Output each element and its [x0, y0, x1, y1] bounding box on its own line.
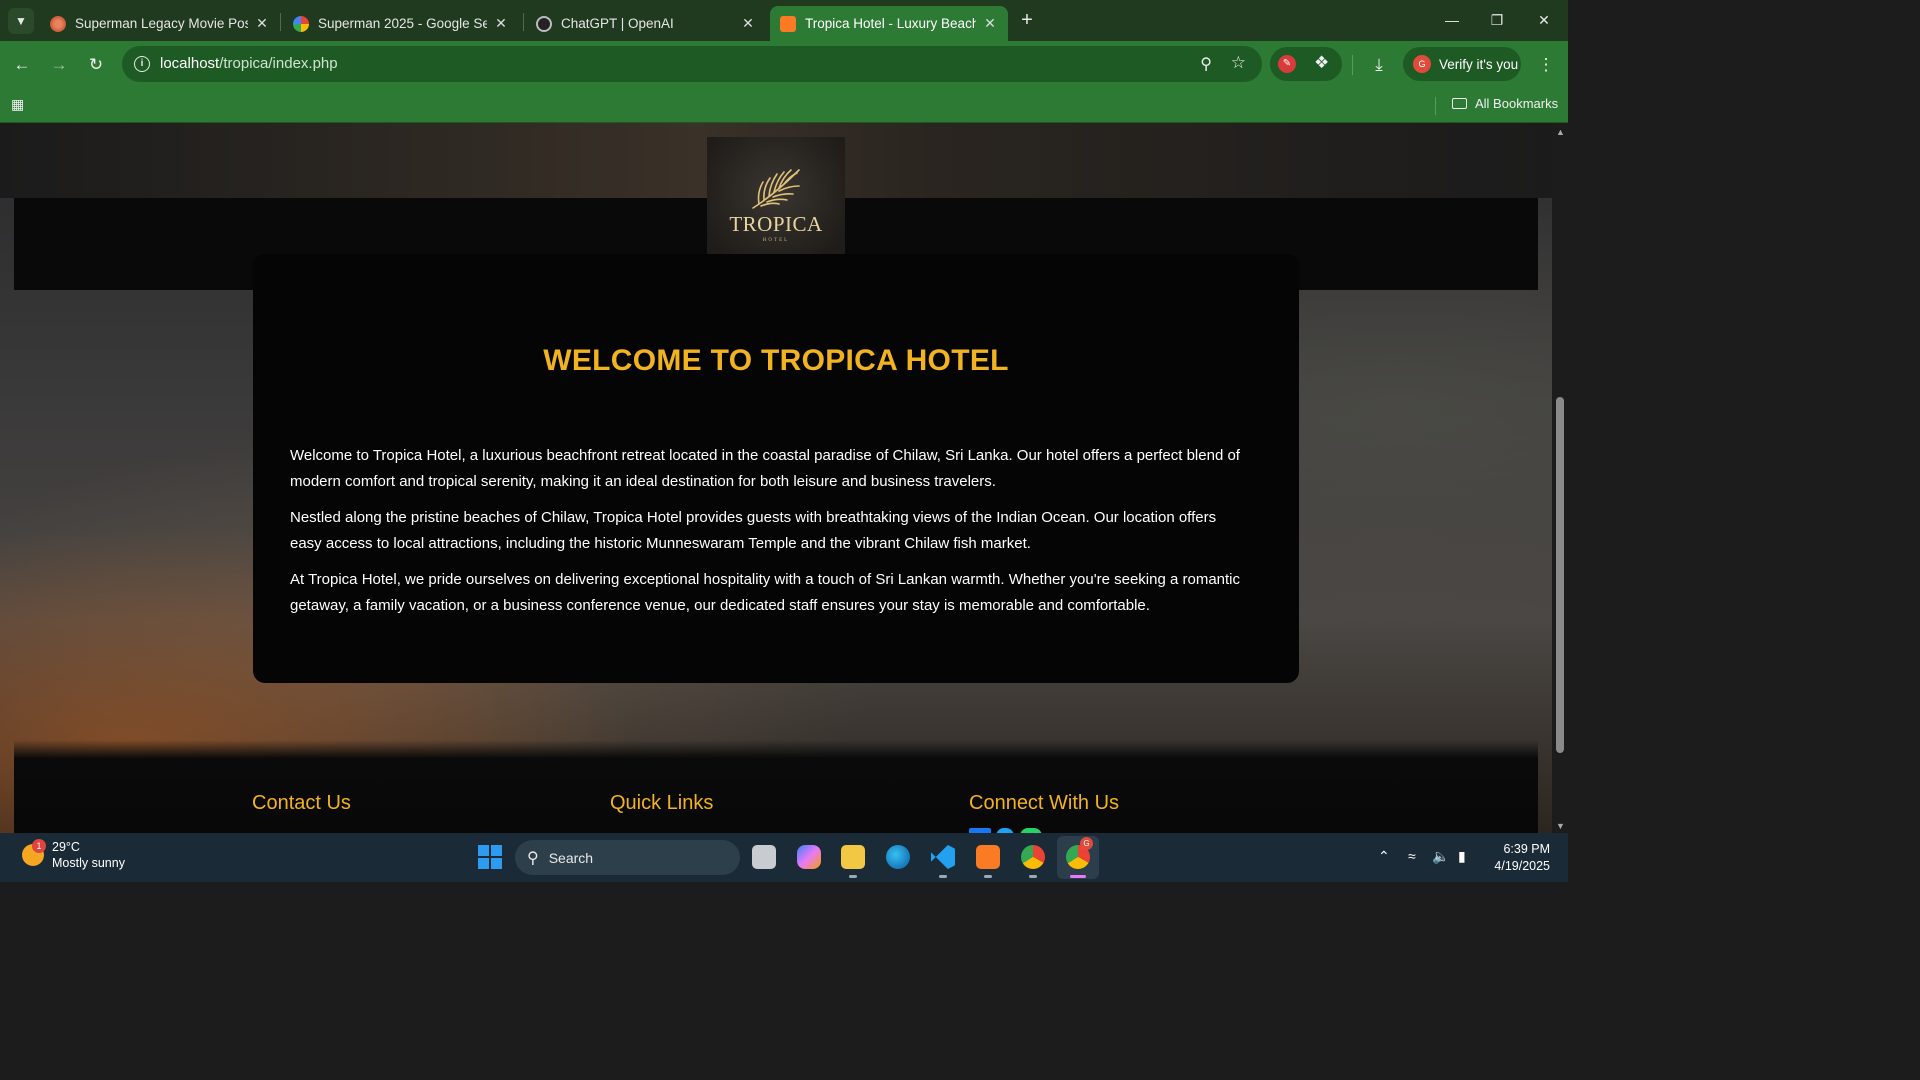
running-indicator [939, 875, 947, 878]
puzzle-icon[interactable]: ❖ [1314, 53, 1329, 73]
menu-icon[interactable]: ⋮ [1534, 53, 1558, 77]
scrollbar-thumb[interactable] [1556, 397, 1564, 753]
page-title: WELCOME TO TROPICA HOTEL [543, 344, 1009, 377]
reload-icon[interactable]: ↻ [84, 53, 108, 77]
start-icon[interactable] [478, 845, 502, 869]
all-bookmarks-button[interactable]: All Bookmarks [1452, 96, 1558, 111]
system-clock[interactable]: 6:39 PM 4/19/2025 [1490, 841, 1550, 875]
active-indicator [1070, 875, 1086, 878]
palm-leaf-icon [752, 168, 800, 209]
location-paragraph: Nestled along the pristine beaches of Ch… [290, 509, 1217, 552]
download-icon[interactable]: ⤓ [1367, 53, 1391, 77]
edge-icon[interactable] [886, 845, 910, 869]
running-indicator [849, 875, 857, 878]
tab-search-icon[interactable]: ▼ [8, 8, 34, 34]
google-favicon-icon [293, 15, 309, 32]
tab-title: Superman Legacy Movie Poster [75, 16, 248, 31]
site-footer [14, 740, 1538, 833]
chrome-icon[interactable] [1021, 845, 1045, 869]
chrome-profile-icon[interactable]: G [1066, 837, 1093, 869]
extensions-group: ✎ ❖ [1270, 47, 1342, 81]
profile-label: Verify it's you [1439, 56, 1519, 72]
chevron-up-icon[interactable]: ⌃ [1378, 848, 1390, 865]
close-icon[interactable]: ✕ [254, 15, 270, 32]
footer-contact-heading: Contact Us [252, 792, 351, 814]
maximize-icon[interactable]: ❐ [1485, 8, 1509, 32]
windows-taskbar: 1 29°C Mostly sunny ⚲ Search G ⌃ ≈ 🔈 ▮ 6… [0, 833, 1568, 882]
minimize-icon[interactable]: — [1440, 8, 1464, 32]
clock-date: 4/19/2025 [1494, 859, 1550, 873]
file-explorer-icon[interactable] [841, 845, 865, 869]
scroll-down-icon[interactable]: ▼ [1556, 821, 1565, 831]
task-view-icon[interactable] [752, 845, 776, 869]
notification-badge: 1 [32, 839, 46, 853]
close-icon[interactable]: ✕ [740, 15, 756, 32]
star-icon[interactable]: ☆ [1231, 53, 1246, 73]
browser-toolbar: ← → ↻ i localhost/tropica/index.php ⚲ ☆ … [0, 41, 1568, 89]
new-tab-icon[interactable]: + [1016, 10, 1038, 32]
weather-widget[interactable]: 1 29°C Mostly sunny [22, 839, 125, 871]
info-icon[interactable]: i [134, 56, 150, 72]
copilot-icon[interactable] [797, 845, 821, 869]
footer-quick-links-heading: Quick Links [610, 792, 714, 814]
clock-time: 6:39 PM [1503, 842, 1550, 856]
tab-chatgpt[interactable]: ChatGPT | OpenAI ✕ [526, 6, 766, 41]
address-bar[interactable]: i localhost/tropica/index.php ⚲ ☆ [122, 46, 1262, 82]
temperature: 29°C [52, 840, 80, 854]
welcome-section: WELCOME TO TROPICA HOTEL Welcome to Trop… [253, 254, 1299, 683]
volume-icon[interactable]: 🔈 [1432, 848, 1449, 865]
close-icon[interactable]: ✕ [982, 15, 998, 32]
tab-title: Superman 2025 - Google Search [318, 16, 487, 31]
all-bookmarks-label: All Bookmarks [1475, 96, 1559, 111]
profile-button[interactable]: G Verify it's you [1403, 47, 1521, 81]
tab-separator [523, 13, 524, 31]
apps-icon[interactable]: ▦ [11, 96, 29, 114]
hospitality-paragraph: At Tropica Hotel, we pride ourselves on … [290, 571, 1241, 614]
search-icon: ⚲ [527, 849, 539, 867]
back-icon[interactable]: ← [10, 53, 34, 77]
tab-title: Tropica Hotel - Luxury Beach Resort [805, 16, 976, 31]
bookmark-separator [1435, 97, 1436, 115]
close-icon[interactable]: ✕ [493, 15, 509, 32]
close-window-icon[interactable]: ✕ [1532, 8, 1556, 32]
logo-subtitle: HOTEL [762, 237, 790, 243]
running-indicator [984, 875, 992, 878]
xampp-icon[interactable] [976, 845, 1000, 869]
tab-tropica-hotel[interactable]: Tropica Hotel - Luxury Beach Resort ✕ [770, 6, 1008, 41]
tab-google-search[interactable]: Superman 2025 - Google Search ✕ [283, 6, 519, 41]
forward-icon[interactable]: → [47, 53, 71, 77]
page-scrollbar[interactable]: ▲ ▼ [1552, 123, 1568, 833]
logo-name: TROPICA [729, 211, 823, 236]
vscode-icon[interactable] [931, 845, 955, 869]
search-label: Search [548, 849, 594, 866]
wifi-icon[interactable]: ≈ [1408, 848, 1416, 864]
taskbar-search[interactable]: ⚲ Search [515, 840, 740, 875]
tab-strip: ▼ Superman Legacy Movie Poster ✕ Superma… [0, 0, 1568, 41]
tab-title: ChatGPT | OpenAI [561, 16, 674, 31]
battery-icon[interactable]: ▮ [1458, 848, 1466, 865]
intro-paragraph: Welcome to Tropica Hotel, a luxurious be… [290, 447, 1240, 490]
scroll-up-icon[interactable]: ▲ [1556, 127, 1565, 137]
footer-connect-heading: Connect With Us [969, 792, 1120, 814]
url-text[interactable]: localhost/tropica/index.php [160, 55, 338, 72]
profile-badge: G [1080, 837, 1093, 850]
avatar: G [1413, 55, 1431, 73]
tab-superman-poster[interactable]: Superman Legacy Movie Poster ✕ [40, 6, 280, 41]
burst-favicon-icon [50, 15, 66, 32]
openai-favicon-icon [536, 15, 552, 32]
page-viewport: TROPICA HOTEL WELCOME TO TROPICA HOTEL W… [0, 123, 1552, 833]
bookmarks-bar: ▦ All Bookmarks [0, 89, 1568, 123]
running-indicator [1029, 875, 1037, 878]
weather-condition: Mostly sunny [52, 856, 125, 870]
xampp-favicon-icon [780, 15, 796, 32]
extension-icon[interactable]: ✎ [1278, 55, 1296, 73]
zoom-icon[interactable]: ⚲ [1200, 54, 1212, 74]
sun-icon: 1 [22, 839, 46, 866]
toolbar-separator [1352, 55, 1353, 75]
folder-icon [1452, 98, 1467, 109]
tab-separator [280, 13, 281, 31]
